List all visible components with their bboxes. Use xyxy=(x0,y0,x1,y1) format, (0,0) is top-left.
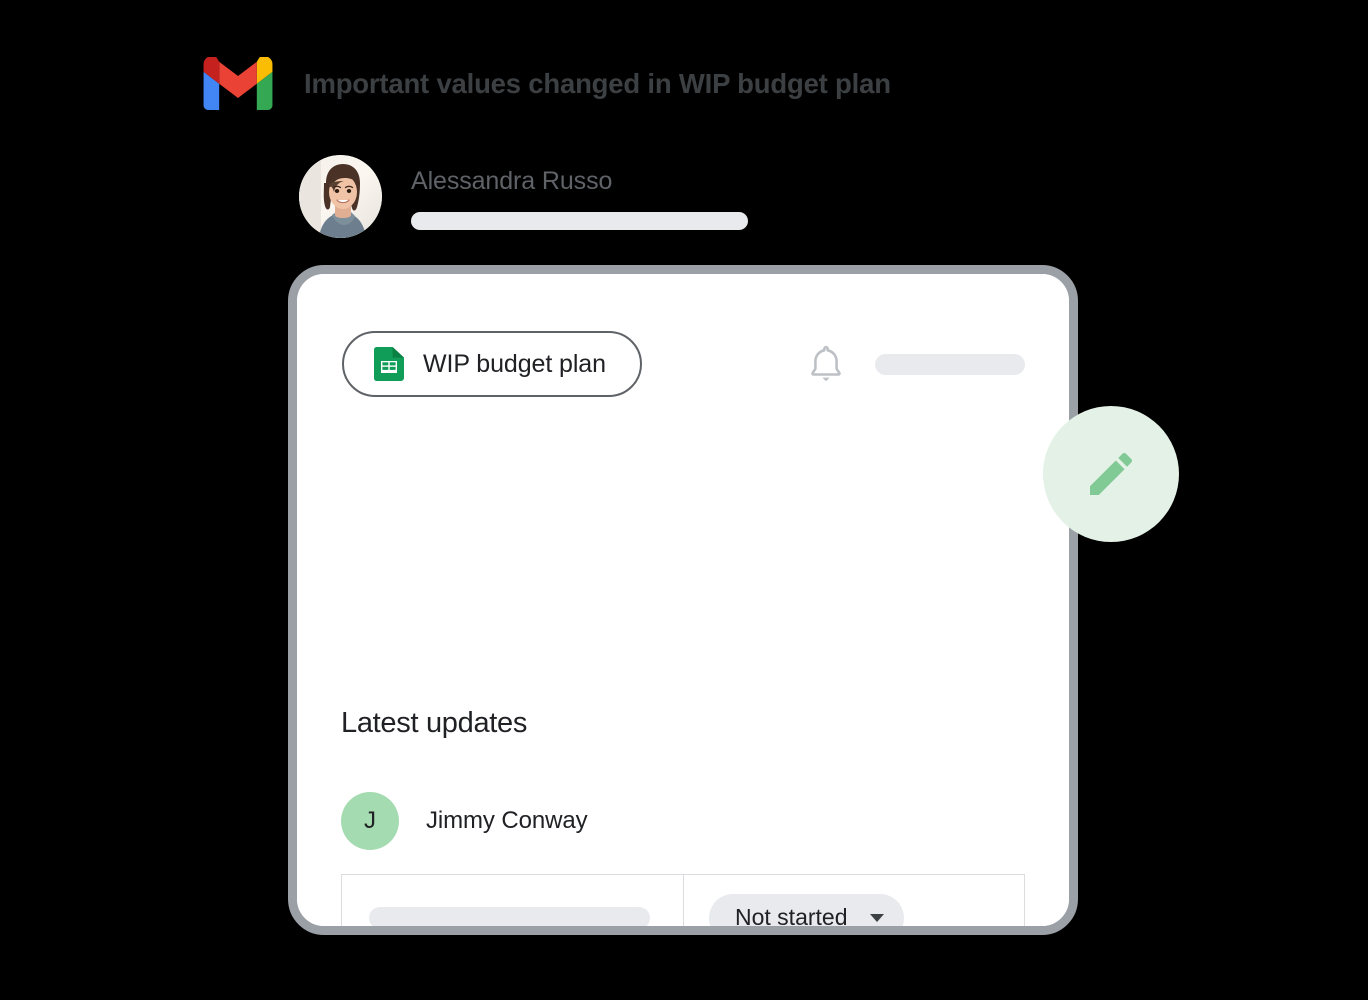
update-block-jimmy: J Jimmy Conway Not started xyxy=(341,792,1025,926)
update-person: J Jimmy Conway xyxy=(341,792,1025,850)
email-header: Important values changed in WIP budget p… xyxy=(203,57,891,110)
status-dropdown[interactable]: Not started xyxy=(709,893,904,926)
table-cell-task[interactable] xyxy=(342,875,684,926)
avatar xyxy=(299,155,382,238)
pencil-icon xyxy=(1083,446,1139,502)
sender-email-redacted xyxy=(411,212,748,230)
table-row: Not started xyxy=(341,874,1025,926)
avatar: J xyxy=(341,792,399,850)
email-subject: Important values changed in WIP budget p… xyxy=(304,67,891,99)
task-text-redacted xyxy=(369,906,650,926)
notification-label-redacted xyxy=(875,353,1025,375)
gmail-icon xyxy=(203,57,273,110)
sender-block: Alessandra Russo xyxy=(299,155,748,238)
chevron-down-icon xyxy=(869,913,884,922)
sender-name: Alessandra Russo xyxy=(411,167,613,195)
app-card-inner: WIP budget plan Latest updates J Jimmy C… xyxy=(297,274,1069,926)
bell-icon[interactable] xyxy=(808,344,844,384)
topbar-right xyxy=(808,344,1025,384)
status-dropdown-label: Not started xyxy=(735,904,848,926)
screenshot-stage: Important values changed in WIP budget p… xyxy=(0,0,1368,1000)
file-chip-button[interactable]: WIP budget plan xyxy=(342,331,642,397)
sender-meta: Alessandra Russo xyxy=(411,155,748,230)
edit-button[interactable] xyxy=(1043,406,1179,542)
page-title: Latest updates xyxy=(341,707,528,739)
app-card: WIP budget plan Latest updates J Jimmy C… xyxy=(288,265,1078,935)
person-name: Jimmy Conway xyxy=(426,807,588,834)
card-topbar: WIP budget plan xyxy=(342,331,1025,397)
table-cell-status[interactable]: Not started xyxy=(684,875,1024,926)
google-sheets-icon xyxy=(374,347,404,381)
file-chip-label: WIP budget plan xyxy=(423,349,606,378)
